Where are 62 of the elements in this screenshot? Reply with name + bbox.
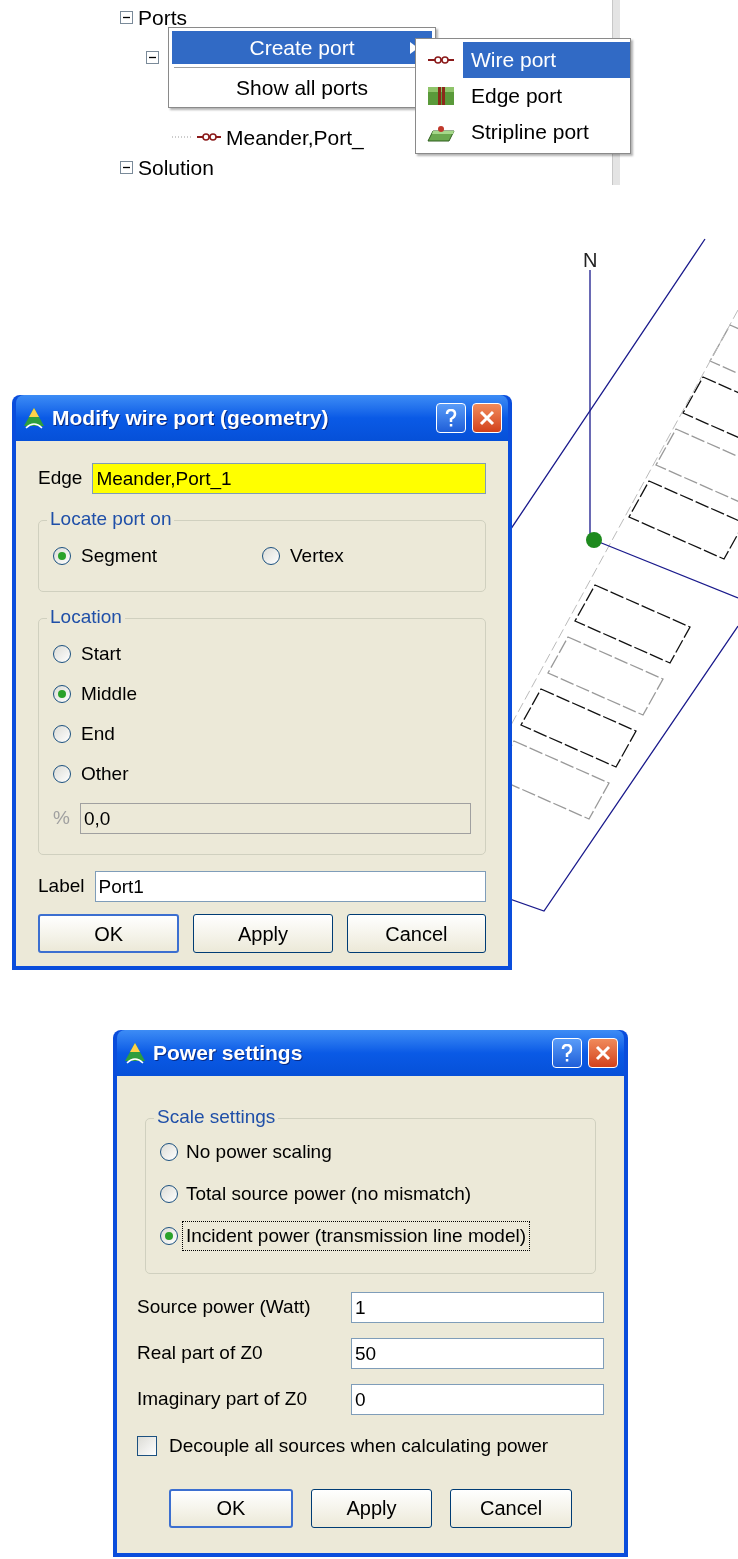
wire-port-icon <box>427 54 455 66</box>
input-field[interactable]: 50 <box>351 1338 604 1369</box>
field-label: Imaginary part of Z0 <box>137 1387 309 1412</box>
checkbox-label: Decouple all sources when calculating power <box>169 1434 549 1458</box>
option-label: End <box>81 721 115 746</box>
radio-button[interactable] <box>53 685 71 703</box>
field-label: Source power (Watt) <box>137 1295 312 1320</box>
tree-item[interactable]: Ports <box>138 6 187 28</box>
input-field[interactable]: 0 <box>351 1384 604 1415</box>
dialog-button[interactable]: Cancel <box>450 1488 572 1528</box>
close-button[interactable] <box>472 403 502 433</box>
radio-button[interactable] <box>53 547 71 565</box>
field-label: Label <box>38 874 85 899</box>
port-icon <box>197 132 221 142</box>
option-label: Start <box>81 641 122 666</box>
port-marker <box>586 532 602 548</box>
close-icon <box>479 410 495 426</box>
option-label: No power scaling <box>185 1139 333 1164</box>
menu-item[interactable]: Stripline port <box>463 114 630 150</box>
option-label: Other <box>81 761 129 786</box>
dialog-button[interactable]: Apply <box>193 914 333 953</box>
close-icon <box>595 1045 611 1061</box>
radio-button[interactable] <box>160 1185 178 1203</box>
window-title: Power settings <box>153 1040 304 1067</box>
axis-label: N <box>583 249 598 271</box>
radio-button[interactable] <box>53 765 71 783</box>
close-button[interactable] <box>588 1038 618 1068</box>
menu-item[interactable]: Edge port <box>463 78 630 114</box>
menu-item[interactable]: Create port <box>172 31 432 64</box>
edge-port-icon <box>427 85 455 107</box>
checkbox[interactable] <box>137 1436 157 1457</box>
option-label: Vertex <box>290 543 344 568</box>
input-field[interactable]: 1 <box>351 1292 604 1323</box>
option-label: Incident power (transmission line model) <box>182 1220 531 1252</box>
help-icon <box>445 409 457 427</box>
help-icon <box>561 1044 573 1062</box>
dialog-button[interactable]: OK <box>38 914 180 953</box>
radio-button[interactable] <box>160 1143 178 1161</box>
dialog-button[interactable]: Apply <box>310 1488 433 1528</box>
window-title: Modify wire port (geometry) <box>52 405 330 432</box>
field-label: Real part of Z0 <box>137 1341 264 1366</box>
input-field[interactable]: Meander,Port_1 <box>92 463 486 494</box>
radio-button[interactable] <box>262 547 280 565</box>
field-label: Edge <box>38 466 83 491</box>
field-label: % <box>53 806 70 831</box>
dialog-button[interactable]: Cancel <box>346 914 486 953</box>
radio-button[interactable] <box>53 645 71 663</box>
option-label: Middle <box>81 681 137 706</box>
help-button[interactable] <box>552 1038 582 1068</box>
app-logo-icon <box>123 1041 147 1065</box>
option-label: Segment <box>81 543 158 568</box>
app-logo-icon <box>22 406 46 430</box>
radio-button[interactable] <box>53 725 71 743</box>
tree-item[interactable]: Meander,Port_ <box>226 126 364 148</box>
option-label: Total source power (no mismatch) <box>185 1181 473 1206</box>
radio-button[interactable] <box>160 1227 178 1245</box>
tree-connector <box>172 136 192 138</box>
menu-item[interactable]: Wire port <box>463 42 630 78</box>
dialog-button[interactable]: OK <box>169 1488 293 1528</box>
input-field[interactable]: Port1 <box>94 871 486 902</box>
tree-item[interactable]: Solution <box>138 156 214 178</box>
help-button[interactable] <box>436 403 466 433</box>
